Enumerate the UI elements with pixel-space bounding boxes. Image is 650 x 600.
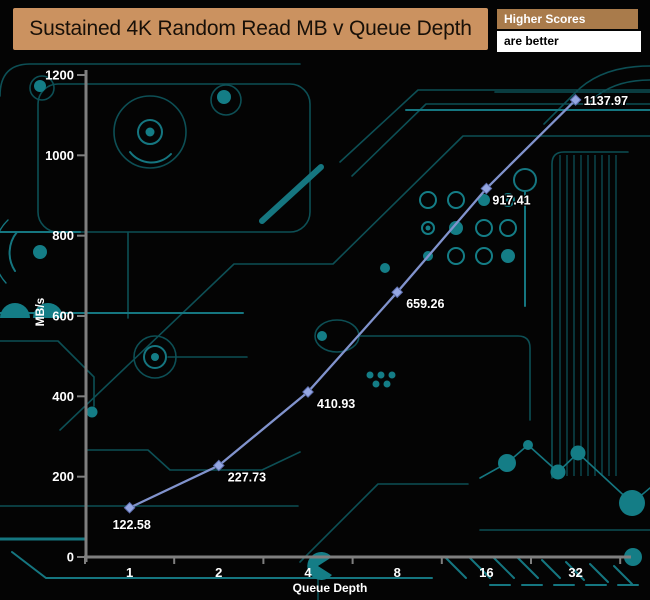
x-tick-label: 32 xyxy=(568,565,582,580)
chart-title: Sustained 4K Random Read MB v Queue Dept… xyxy=(29,17,472,40)
y-tick-label: 1000 xyxy=(45,148,74,163)
data-point-label: 917.41 xyxy=(492,194,530,208)
data-point-label: 122.58 xyxy=(113,518,151,532)
chart-title-box: Sustained 4K Random Read MB v Queue Dept… xyxy=(13,8,488,50)
data-line xyxy=(129,99,577,509)
y-tick-label: 0 xyxy=(67,550,74,565)
y-tick-label: 400 xyxy=(52,389,74,404)
y-tick-label: 1200 xyxy=(45,68,74,83)
x-tick-label: 1 xyxy=(126,565,133,580)
x-tick-label: 8 xyxy=(394,565,401,580)
x-axis-title: Queue Depth xyxy=(293,581,368,595)
x-tick-label: 2 xyxy=(215,565,222,580)
legend-higher-scores: Higher Scores xyxy=(497,9,638,29)
y-tick-label: 800 xyxy=(52,228,74,243)
data-point-label: 1137.97 xyxy=(584,94,629,108)
benchmark-chart-screenshot: 0 200 400 600 800 1000 1200 1 2 4 8 16 32 MB/s Queue D… xyxy=(0,0,650,600)
y-tick-label: 200 xyxy=(52,469,74,484)
data-point xyxy=(123,501,136,514)
legend-are-better: are better xyxy=(497,31,641,52)
data-point-label: 659.26 xyxy=(406,297,444,311)
y-axis-title: MB/s xyxy=(33,297,47,326)
line-chart: 0 200 400 600 800 1000 1200 1 2 4 8 16 32 MB/s Queue D… xyxy=(33,68,631,595)
x-tick-label: 16 xyxy=(479,565,493,580)
y-tick-label: 600 xyxy=(52,309,74,324)
x-tick-label: 4 xyxy=(304,565,312,580)
data-point-label: 410.93 xyxy=(317,397,355,411)
data-point-label: 227.73 xyxy=(228,471,266,485)
